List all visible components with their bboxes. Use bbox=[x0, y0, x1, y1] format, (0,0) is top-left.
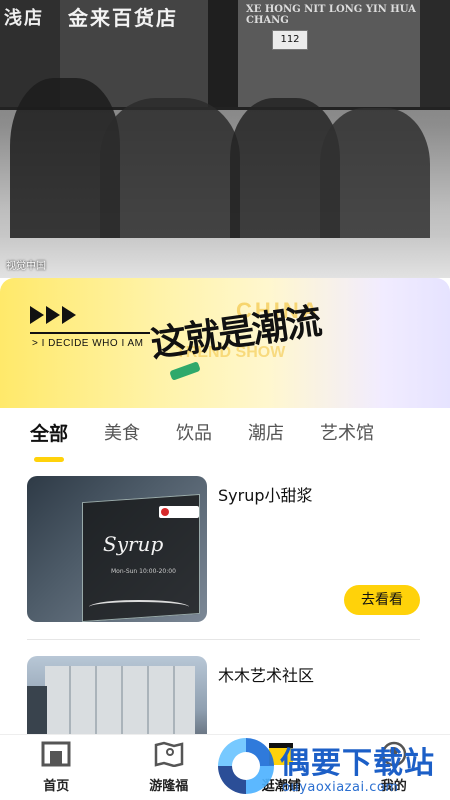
shop-name: Syrup小甜浆 bbox=[218, 486, 313, 505]
shop-window-hours: Mon-Sun 10:00-20:00 bbox=[111, 568, 176, 575]
hero-photo: 浅店 金来百货店 XE HONG NIT LONG YIN HUA CHANG … bbox=[0, 0, 450, 278]
banner-tagline: > I DECIDE WHO I AM bbox=[32, 338, 144, 349]
crowd-figure bbox=[320, 108, 430, 248]
watermark-logo-icon bbox=[218, 738, 274, 794]
nav-item-home[interactable]: 首页 bbox=[0, 735, 113, 800]
site-watermark: 偶要下载站 ouyaoxiazai.com bbox=[212, 730, 450, 800]
nav-item-explore[interactable]: 游隆福 bbox=[113, 735, 226, 800]
watermark-url: ouyaoxiazai.com bbox=[282, 780, 399, 795]
tab-trend-shops[interactable]: 潮店 bbox=[248, 420, 284, 456]
shop-sign-left: 浅店 bbox=[4, 8, 44, 29]
shop-name: 木木艺术社区 bbox=[218, 666, 315, 685]
home-icon bbox=[41, 741, 71, 767]
view-button[interactable]: 去看看 bbox=[344, 585, 420, 615]
triple-arrow-icon bbox=[30, 306, 76, 324]
nav-label: 首页 bbox=[43, 779, 70, 794]
watermark-title: 偶要下载站 bbox=[280, 746, 435, 781]
shop-thumbnail[interactable] bbox=[27, 656, 207, 746]
tab-drinks[interactable]: 饮品 bbox=[176, 420, 212, 456]
map-icon bbox=[154, 741, 183, 767]
promo-banner[interactable]: > I DECIDE WHO I AM CHINA TREND SHOW 这就是… bbox=[0, 278, 450, 408]
house-number-plate: 112 bbox=[272, 30, 308, 50]
shop-sign-right: XE HONG NIT LONG YIN HUA CHANG bbox=[246, 4, 416, 26]
shop-thumbnail[interactable]: Syrup Mon-Sun 10:00-20:00 bbox=[27, 476, 207, 622]
bank-badge bbox=[159, 506, 199, 518]
crowd-figure bbox=[100, 98, 240, 248]
shop-sign-mid: 金来百货店 bbox=[68, 6, 178, 30]
shopfront bbox=[208, 0, 238, 110]
banner-divider bbox=[30, 332, 150, 334]
tab-food[interactable]: 美食 bbox=[104, 420, 140, 456]
drip-graphic bbox=[89, 600, 189, 614]
list-item[interactable]: Syrup Mon-Sun 10:00-20:00 Syrup小甜浆 去看看 bbox=[27, 476, 420, 640]
shop-window-script: Syrup bbox=[103, 532, 164, 556]
street bbox=[0, 238, 450, 278]
bank-logo-icon bbox=[161, 508, 169, 516]
tab-all[interactable]: 全部 bbox=[30, 420, 68, 462]
photo-credit: 视觉中国 bbox=[6, 261, 46, 272]
nav-label: 游隆福 bbox=[149, 779, 189, 794]
category-tabs: 全部 美食 饮品 潮店 艺术馆 bbox=[30, 420, 410, 462]
tab-galleries[interactable]: 艺术馆 bbox=[320, 420, 374, 456]
